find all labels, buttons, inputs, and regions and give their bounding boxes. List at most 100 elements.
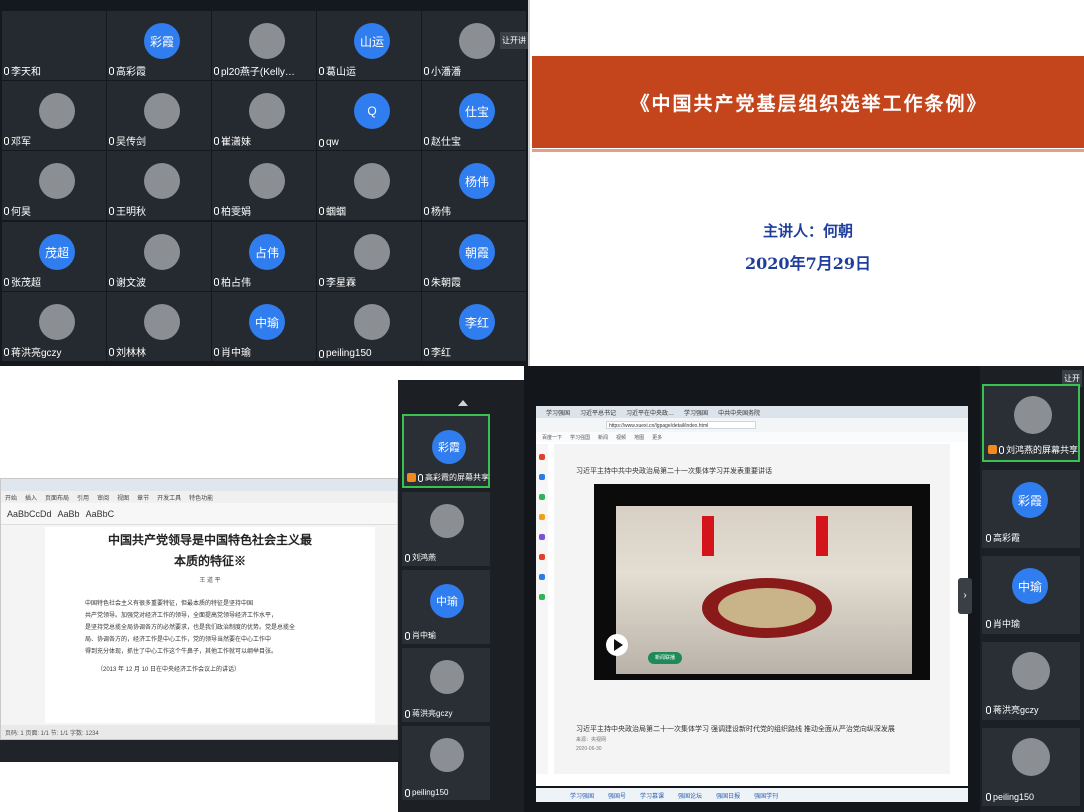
news-video-player[interactable]: 新闻联播	[594, 484, 930, 680]
participant-name-row: 蒋洪亮gczy	[405, 708, 452, 719]
microphone-icon	[319, 277, 324, 286]
participant-tile[interactable]: 王明秋	[107, 151, 211, 220]
bottom-link[interactable]: 强国论坛	[678, 791, 702, 800]
microphone-icon	[4, 347, 9, 356]
participant-name: peiling150	[412, 788, 449, 797]
news-badge: 新闻联播	[648, 652, 682, 664]
bottom-link[interactable]: 强国日报	[716, 791, 740, 800]
bookmark-link[interactable]: 视频	[616, 434, 626, 441]
browser-tab[interactable]: 习近平在中央政…	[626, 408, 674, 417]
participant-tile[interactable]: 山运 葛山运	[317, 11, 421, 80]
avatar-photo	[39, 163, 75, 199]
participant-name: 何昊	[11, 207, 31, 218]
participant-tile[interactable]: 刘鸿燕的屏幕共享	[982, 384, 1080, 462]
avatar: 中瑜	[1012, 568, 1048, 604]
participant-tile[interactable]: 蒋洪亮gczy	[402, 648, 490, 722]
participant-tile[interactable]: 蒋洪亮gczy	[982, 642, 1080, 720]
bookmark-link[interactable]: 新闻	[598, 434, 608, 441]
participant-tile[interactable]: 中瑜 肖中瑜	[212, 292, 316, 361]
bottom-link[interactable]: 学习慕课	[640, 791, 664, 800]
participant-tile[interactable]: Qqw	[317, 81, 421, 150]
menu-item[interactable]: 引用	[77, 493, 89, 502]
participant-tile[interactable]: 李天和	[2, 11, 106, 80]
menu-item[interactable]: 视图	[117, 493, 129, 502]
bookmark-link[interactable]: 学习强国	[570, 434, 590, 441]
browser-tab[interactable]: 学习强国	[684, 408, 708, 417]
url-field[interactable]: https://www.xuexi.cn/lgpage/detail/index…	[606, 421, 756, 429]
microphone-icon	[424, 136, 429, 145]
microphone-icon	[214, 66, 219, 75]
participant-tile[interactable]: 刘林林	[107, 292, 211, 361]
menu-item[interactable]: 开始	[5, 493, 17, 502]
bookmark-link[interactable]: 更多	[652, 434, 662, 441]
participant-tile[interactable]: 占伟 柏占伟	[212, 222, 316, 291]
browser-tab[interactable]: 中共中央国务院	[718, 408, 760, 417]
avatar: 山运	[354, 23, 390, 59]
participant-tile[interactable]: 谢文波	[107, 222, 211, 291]
participant-tile[interactable]: 邓军	[2, 81, 106, 150]
participant-tile[interactable]: 彩霞 高彩霞	[982, 470, 1080, 548]
menu-item[interactable]: 插入	[25, 493, 37, 502]
bookmark-link[interactable]: 地图	[634, 434, 644, 441]
sidebar-app-icon[interactable]	[539, 474, 545, 480]
participant-tile[interactable]: 李星霖	[317, 222, 421, 291]
participant-tile[interactable]: 仕宝 赵仕宝	[422, 81, 526, 150]
participant-tile[interactable]: 朝霞 朱朝霞	[422, 222, 526, 291]
sidebar-app-icon[interactable]	[539, 594, 545, 600]
sidebar-app-icon[interactable]	[539, 554, 545, 560]
browser-tab[interactable]: 习近平总书记	[580, 408, 616, 417]
side-tag[interactable]: 让开讲	[500, 32, 528, 49]
participant-name-row: 刘鸿燕	[405, 552, 436, 563]
participant-tile[interactable]: 中瑜 肖中瑜	[982, 556, 1080, 634]
participant-tile[interactable]: 柏雯娟	[212, 151, 316, 220]
sidebar-app-icon[interactable]	[539, 534, 545, 540]
participant-tile[interactable]: 茂超 张茂超	[2, 222, 106, 291]
menu-item[interactable]: 开发工具	[157, 493, 181, 502]
bottom-link[interactable]: 强国号	[608, 791, 626, 800]
participant-tile[interactable]: 蝈蝈	[317, 151, 421, 220]
participant-tile[interactable]: pl20燕子(Kelly…	[212, 11, 316, 80]
participant-tile[interactable]: 崔潇妹	[212, 81, 316, 150]
bookmark-link[interactable]: 百度一下	[542, 434, 562, 441]
participant-name-row: 朱朝霞	[424, 274, 461, 289]
flag-icon	[816, 516, 828, 556]
bottom-link[interactable]: 强国学刊	[754, 791, 778, 800]
scroll-up-icon[interactable]	[458, 400, 468, 406]
participant-tile[interactable]: 吴传剑	[107, 81, 211, 150]
sidebar-app-icon[interactable]	[539, 514, 545, 520]
participant-tile[interactable]: 彩霞 高彩霞的屏幕共享	[402, 414, 490, 488]
menu-item[interactable]: 页面布局	[45, 493, 69, 502]
menu-item[interactable]: 章节	[137, 493, 149, 502]
play-button-icon[interactable]	[606, 634, 628, 656]
participant-tile[interactable]: 何昊	[2, 151, 106, 220]
participant-tile[interactable]: peiling150	[982, 728, 1080, 806]
participant-tile[interactable]: 彩霞 高彩霞	[107, 11, 211, 80]
participant-tile[interactable]: 蒋洪亮gczy	[2, 292, 106, 361]
menu-item[interactable]: 审阅	[97, 493, 109, 502]
address-bar: https://www.xuexi.cn/lgpage/detail/index…	[536, 418, 968, 432]
browser-tab[interactable]: 学习强国	[546, 408, 570, 417]
participant-name-row: 刘鸿燕的屏幕共享	[988, 443, 1078, 456]
style-preset[interactable]: AaBbC	[86, 509, 115, 519]
sidebar-app-icon[interactable]	[539, 574, 545, 580]
participant-tile[interactable]: 刘鸿燕	[402, 492, 490, 566]
participant-tile[interactable]: peiling150	[402, 726, 490, 800]
microphone-icon	[319, 206, 324, 215]
style-preset[interactable]: AaBb	[58, 509, 80, 519]
sidebar-app-icon[interactable]	[539, 494, 545, 500]
sidebar-toggle-chevron-icon[interactable]: ›	[958, 578, 972, 614]
avatar-photo	[1014, 396, 1052, 434]
document-tab-bar[interactable]	[1, 479, 397, 491]
participant-tile[interactable]: 杨伟 杨伟	[422, 151, 526, 220]
bottom-link[interactable]: 学习强国	[570, 791, 594, 800]
participant-tile[interactable]: 李红 李红	[422, 292, 526, 361]
share-participant-sidebar-right: 让开 刘鸿燕的屏幕共享 彩霞 高彩霞 中瑜 肖中瑜 蒋洪亮gczy peiling150	[980, 366, 1084, 812]
sidebar-app-icon[interactable]	[539, 454, 545, 460]
style-preset[interactable]: AaBbCcDd	[7, 509, 52, 519]
participant-name: 李天和	[11, 67, 41, 78]
avatar: 杨伟	[459, 163, 495, 199]
menu-item[interactable]: 特色功能	[189, 493, 213, 502]
participant-tile[interactable]: 中瑜 肖中瑜	[402, 570, 490, 644]
microphone-icon	[424, 206, 429, 215]
participant-tile[interactable]: peiling150	[317, 292, 421, 361]
